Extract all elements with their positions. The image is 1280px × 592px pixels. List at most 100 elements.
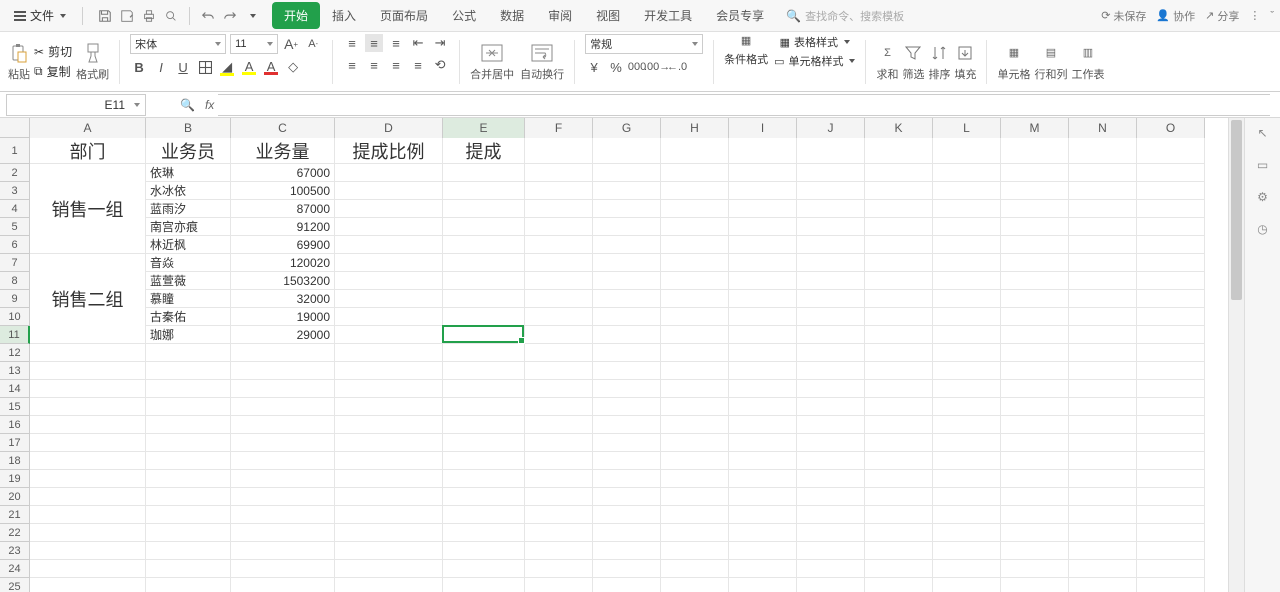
row-header-15[interactable]: 15 xyxy=(0,398,30,416)
align-top-button[interactable]: ≡ xyxy=(343,34,361,52)
cell-L3[interactable] xyxy=(933,182,1001,200)
cell-B7[interactable]: 音焱 xyxy=(146,254,231,272)
ribbon-tab-1[interactable]: 插入 xyxy=(320,2,368,29)
cell-K5[interactable] xyxy=(865,218,933,236)
cell-A1[interactable]: 部门 xyxy=(30,138,146,164)
cell-M3[interactable] xyxy=(1001,182,1069,200)
cell-A24[interactable] xyxy=(30,560,146,578)
row-header-6[interactable]: 6 xyxy=(0,236,30,254)
cell-J16[interactable] xyxy=(797,416,865,434)
cell-J2[interactable] xyxy=(797,164,865,182)
format-painter-button[interactable]: 格式刷 xyxy=(76,42,109,82)
cell-C11[interactable]: 29000 xyxy=(231,326,335,344)
cell-H19[interactable] xyxy=(661,470,729,488)
scrollbar-thumb[interactable] xyxy=(1231,120,1242,300)
cell-I19[interactable] xyxy=(729,470,797,488)
percent-button[interactable]: % xyxy=(607,58,625,76)
cell-I16[interactable] xyxy=(729,416,797,434)
cell-N17[interactable] xyxy=(1069,434,1137,452)
cell-D16[interactable] xyxy=(335,416,443,434)
increase-font-button[interactable]: A+ xyxy=(282,35,300,53)
cell-A23[interactable] xyxy=(30,542,146,560)
cell-F13[interactable] xyxy=(525,362,593,380)
cell-J17[interactable] xyxy=(797,434,865,452)
cell-H13[interactable] xyxy=(661,362,729,380)
cell-O11[interactable] xyxy=(1137,326,1205,344)
cell-M10[interactable] xyxy=(1001,308,1069,326)
cell-H8[interactable] xyxy=(661,272,729,290)
cell-D19[interactable] xyxy=(335,470,443,488)
cell-C16[interactable] xyxy=(231,416,335,434)
row-header-8[interactable]: 8 xyxy=(0,272,30,290)
cell-J18[interactable] xyxy=(797,452,865,470)
merge-center-button[interactable]: 合并居中 xyxy=(470,42,514,82)
cell-O23[interactable] xyxy=(1137,542,1205,560)
chevron-down-icon[interactable] xyxy=(244,8,260,24)
cell-O21[interactable] xyxy=(1137,506,1205,524)
cell-D14[interactable] xyxy=(335,380,443,398)
cell-E13[interactable] xyxy=(443,362,525,380)
cell-I2[interactable] xyxy=(729,164,797,182)
cell-H9[interactable] xyxy=(661,290,729,308)
col-header-C[interactable]: C xyxy=(231,118,335,138)
coop-button[interactable]: 👤 协作 xyxy=(1156,8,1195,24)
cell-M6[interactable] xyxy=(1001,236,1069,254)
cell-D25[interactable] xyxy=(335,578,443,592)
cell-H22[interactable] xyxy=(661,524,729,542)
ribbon-tab-8[interactable]: 会员专享 xyxy=(704,2,776,29)
cell-O7[interactable] xyxy=(1137,254,1205,272)
cell-C7[interactable]: 120020 xyxy=(231,254,335,272)
cell-F20[interactable] xyxy=(525,488,593,506)
cell-F9[interactable] xyxy=(525,290,593,308)
cell-B20[interactable] xyxy=(146,488,231,506)
cell-O18[interactable] xyxy=(1137,452,1205,470)
cell-E4[interactable] xyxy=(443,200,525,218)
cell-K14[interactable] xyxy=(865,380,933,398)
cell-K13[interactable] xyxy=(865,362,933,380)
cell-H2[interactable] xyxy=(661,164,729,182)
cell-G4[interactable] xyxy=(593,200,661,218)
cell-N1[interactable] xyxy=(1069,138,1137,164)
orientation-button[interactable]: ⟲ xyxy=(431,56,449,74)
row-header-13[interactable]: 13 xyxy=(0,362,30,380)
cell-B10[interactable]: 古秦佑 xyxy=(146,308,231,326)
cell-M4[interactable] xyxy=(1001,200,1069,218)
cell-D6[interactable] xyxy=(335,236,443,254)
cell-A18[interactable] xyxy=(30,452,146,470)
cell-H24[interactable] xyxy=(661,560,729,578)
cell-C19[interactable] xyxy=(231,470,335,488)
cell-C9[interactable]: 32000 xyxy=(231,290,335,308)
cell-L1[interactable] xyxy=(933,138,1001,164)
cell-L4[interactable] xyxy=(933,200,1001,218)
col-header-J[interactable]: J xyxy=(797,118,865,138)
cell-L5[interactable] xyxy=(933,218,1001,236)
collapse-icon[interactable]: ˇ xyxy=(1270,10,1274,22)
cell-H18[interactable] xyxy=(661,452,729,470)
cell-I6[interactable] xyxy=(729,236,797,254)
cell-K1[interactable] xyxy=(865,138,933,164)
cell-F14[interactable] xyxy=(525,380,593,398)
cell-O17[interactable] xyxy=(1137,434,1205,452)
cell-D8[interactable] xyxy=(335,272,443,290)
cell-G1[interactable] xyxy=(593,138,661,164)
align-left-button[interactable]: ≡ xyxy=(343,56,361,74)
cell-O22[interactable] xyxy=(1137,524,1205,542)
cell-F6[interactable] xyxy=(525,236,593,254)
paste-button[interactable]: 粘贴 xyxy=(8,42,30,82)
formula-input[interactable] xyxy=(218,94,1270,116)
cell-J22[interactable] xyxy=(797,524,865,542)
cell-C13[interactable] xyxy=(231,362,335,380)
cell-E7[interactable] xyxy=(443,254,525,272)
cell-O5[interactable] xyxy=(1137,218,1205,236)
cell-D11[interactable] xyxy=(335,326,443,344)
cell-D2[interactable] xyxy=(335,164,443,182)
cell-H7[interactable] xyxy=(661,254,729,272)
row-header-16[interactable]: 16 xyxy=(0,416,30,434)
cell-E14[interactable] xyxy=(443,380,525,398)
cell-H11[interactable] xyxy=(661,326,729,344)
cell-N25[interactable] xyxy=(1069,578,1137,592)
cell-G15[interactable] xyxy=(593,398,661,416)
cell-G18[interactable] xyxy=(593,452,661,470)
cell-J24[interactable] xyxy=(797,560,865,578)
cell-O15[interactable] xyxy=(1137,398,1205,416)
